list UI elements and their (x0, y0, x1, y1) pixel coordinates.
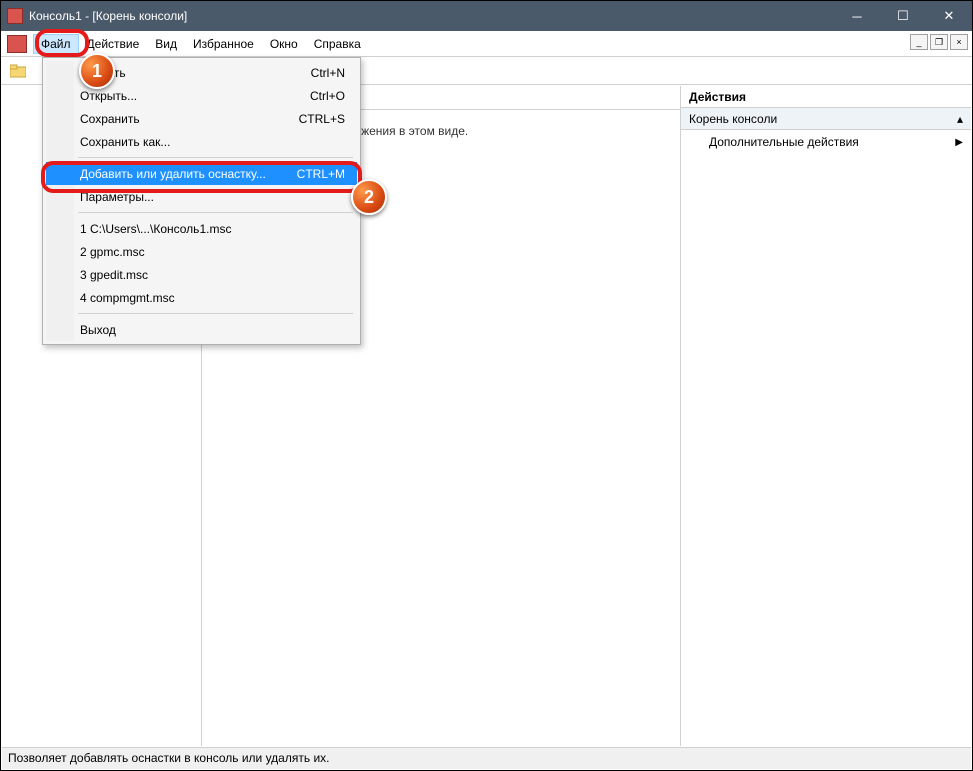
mdi-restore-button[interactable]: ❐ (930, 34, 948, 50)
collapse-icon: ▴ (957, 112, 963, 126)
actions-pane: Действия Корень консоли ▴ Дополнительные… (681, 86, 971, 746)
actions-title: Действия (681, 86, 971, 108)
actions-group-label: Корень консоли (689, 112, 777, 126)
menu-item-add-remove-snapin[interactable]: Добавить или удалить оснастку... CTRL+M (46, 162, 357, 185)
window-title: Консоль1 - [Корень консоли] (29, 9, 834, 23)
menu-help[interactable]: Справка (306, 34, 369, 54)
menu-separator (78, 212, 353, 213)
menu-item-exit[interactable]: Выход (46, 318, 357, 341)
statusbar: Позволяет добавлять оснастки в консоль и… (2, 747, 971, 769)
close-button[interactable]: ✕ (926, 1, 972, 31)
callout-badge-2: 2 (351, 179, 387, 215)
menu-separator (78, 313, 353, 314)
callout-badge-1: 1 (79, 53, 115, 89)
maximize-button[interactable]: ☐ (880, 1, 926, 31)
app-window: Консоль1 - [Корень консоли] ─ ☐ ✕ Файл Д… (0, 0, 973, 771)
mdi-minimize-button[interactable]: _ (910, 34, 928, 50)
actions-more-label: Дополнительные действия (709, 135, 859, 149)
menu-file[interactable]: Файл (33, 34, 79, 54)
file-menu-dropdown: Создать Ctrl+N Открыть... Ctrl+O Сохрани… (42, 57, 361, 345)
menu-favorites[interactable]: Избранное (185, 34, 262, 54)
menu-item-recent-4[interactable]: 4 compmgmt.msc (46, 286, 357, 309)
menu-item-save-as[interactable]: Сохранить как... (46, 130, 357, 153)
chevron-right-icon: ▶ (955, 137, 963, 148)
menu-separator (78, 157, 353, 158)
menu-item-save[interactable]: Сохранить CTRL+S (46, 107, 357, 130)
menu-item-recent-3[interactable]: 3 gpedit.msc (46, 263, 357, 286)
toolbar-folder-icon[interactable] (7, 60, 29, 82)
app-icon (7, 8, 23, 24)
menu-item-recent-2[interactable]: 2 gpmc.msc (46, 240, 357, 263)
menu-view[interactable]: Вид (147, 34, 185, 54)
mdi-close-button[interactable]: × (950, 34, 968, 50)
menu-action[interactable]: Действие (79, 34, 148, 54)
menu-item-parameters[interactable]: Параметры... (46, 185, 357, 208)
minimize-button[interactable]: ─ (834, 1, 880, 31)
menu-item-recent-1[interactable]: 1 C:\Users\...\Консоль1.msc (46, 217, 357, 240)
menu-window[interactable]: Окно (262, 34, 306, 54)
menubar-icon (7, 35, 27, 53)
actions-group-root[interactable]: Корень консоли ▴ (681, 108, 971, 130)
menubar: Файл Действие Вид Избранное Окно Справка… (1, 31, 972, 57)
titlebar: Консоль1 - [Корень консоли] ─ ☐ ✕ (1, 1, 972, 31)
actions-more[interactable]: Дополнительные действия ▶ (681, 130, 971, 154)
